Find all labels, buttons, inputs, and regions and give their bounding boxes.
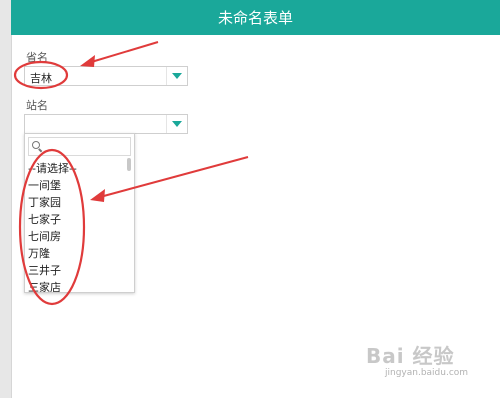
annotation-overlay — [13, 41, 249, 306]
watermark-url: jingyan.baidu.com — [385, 368, 469, 378]
annotation-circle-options — [18, 148, 86, 306]
annotation-circle-province — [13, 60, 69, 90]
annotation-arrow-province — [80, 41, 159, 67]
annotation-arrow-options — [90, 156, 249, 202]
watermark-brand: Bai 经验 — [366, 344, 455, 368]
